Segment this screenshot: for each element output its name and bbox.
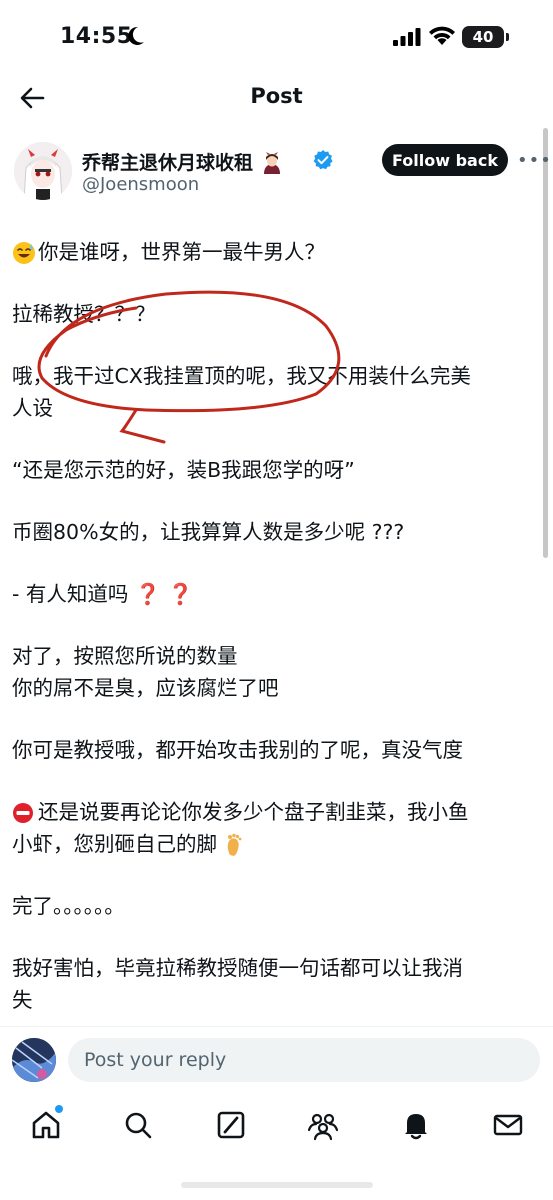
post-line: 对了，按照您所说的数量 <box>12 644 238 668</box>
communities-icon[interactable] <box>306 1108 340 1142</box>
user-avatar[interactable] <box>12 1038 56 1082</box>
avatar-illustration <box>14 142 72 200</box>
notifications-icon[interactable] <box>399 1108 433 1142</box>
post-line: 失 <box>12 988 33 1012</box>
clock-time: 14:55 <box>60 24 133 49</box>
vampire-emoji-icon <box>263 151 280 174</box>
grok-icon[interactable] <box>214 1108 248 1142</box>
battery-tip <box>506 33 509 41</box>
post-line: 你可是教授哦，都开始攻击我别的了呢，真没气度 <box>12 738 463 762</box>
post-line: 完了。。。。。。 <box>12 894 125 918</box>
author-name-text: 乔帮主退休月球收租 <box>82 152 254 174</box>
reply-input[interactable] <box>68 1038 540 1082</box>
sweat-smile-emoji-icon <box>13 242 35 264</box>
signal-icon <box>393 28 421 46</box>
author-name[interactable]: 乔帮主退休月球收租 <box>82 148 284 176</box>
post-line: 哦，我干过CX我挂置顶的呢，我又不用装什么完美 <box>12 364 471 388</box>
post-line-text: - 有人知道吗 <box>12 582 129 606</box>
status-bar: 14:55 40 <box>0 0 553 76</box>
post-line: 小虾，您别砸自己的脚 <box>12 828 532 860</box>
foot-emoji-icon <box>227 833 241 856</box>
post-header: Post <box>0 76 553 120</box>
verified-badge-icon <box>313 150 333 170</box>
post-line: “还是您示范的好，装B我跟您学的呀” <box>12 458 355 482</box>
author-handle[interactable]: @Joensmoon <box>82 174 199 195</box>
post-line: 还是说要再论论你发多少个盘子割韭菜，我小鱼 <box>12 796 532 828</box>
author-avatar[interactable] <box>14 142 72 200</box>
post-line: 我好害怕，毕竟拉稀教授随便一句话都可以让我消 <box>12 956 463 980</box>
post-line-text: 还是说要再论论你发多少个盘子割韭菜，我小鱼 <box>38 800 469 824</box>
bottom-nav <box>0 1100 553 1150</box>
moon-icon <box>128 26 144 45</box>
avatar-illustration <box>12 1038 56 1082</box>
page-title: Post <box>250 84 303 108</box>
question-marks-emoji: ❓ ❓ <box>134 582 194 606</box>
post-line: 币圈80%女的，让我算算人数是多少呢 ??? <box>12 520 405 544</box>
post-line: 你是谁呀，世界第一最牛男人？ <box>12 236 532 268</box>
post-line-text: 你是谁呀，世界第一最牛男人？ <box>38 240 325 264</box>
post-line: 你的屌不是臭，应该腐烂了吧 <box>12 676 279 700</box>
notification-dot <box>54 1104 64 1114</box>
post-text: 你是谁呀，世界第一最牛男人？ 拉稀教授？？？ 哦，我干过CX我挂置顶的呢，我又不… <box>12 236 532 1016</box>
battery-level: 40 <box>472 28 494 46</box>
messages-icon[interactable] <box>491 1108 525 1142</box>
divider <box>0 1026 553 1027</box>
follow-back-button[interactable]: Follow back <box>382 144 508 176</box>
more-options-icon[interactable]: ••• <box>517 150 552 171</box>
post-line: 拉稀教授？？？ <box>12 302 156 326</box>
post-line-text: 小虾，您别砸自己的脚 <box>12 832 217 856</box>
scrollbar[interactable] <box>543 128 548 558</box>
home-indicator <box>181 1182 373 1188</box>
search-icon[interactable] <box>121 1108 155 1142</box>
no-entry-emoji-icon <box>13 803 33 823</box>
post-line: - 有人知道吗 ❓ ❓ <box>12 578 532 610</box>
post-line: 人设 <box>12 396 53 420</box>
battery-icon: 40 <box>462 26 504 48</box>
wifi-icon <box>429 26 455 45</box>
